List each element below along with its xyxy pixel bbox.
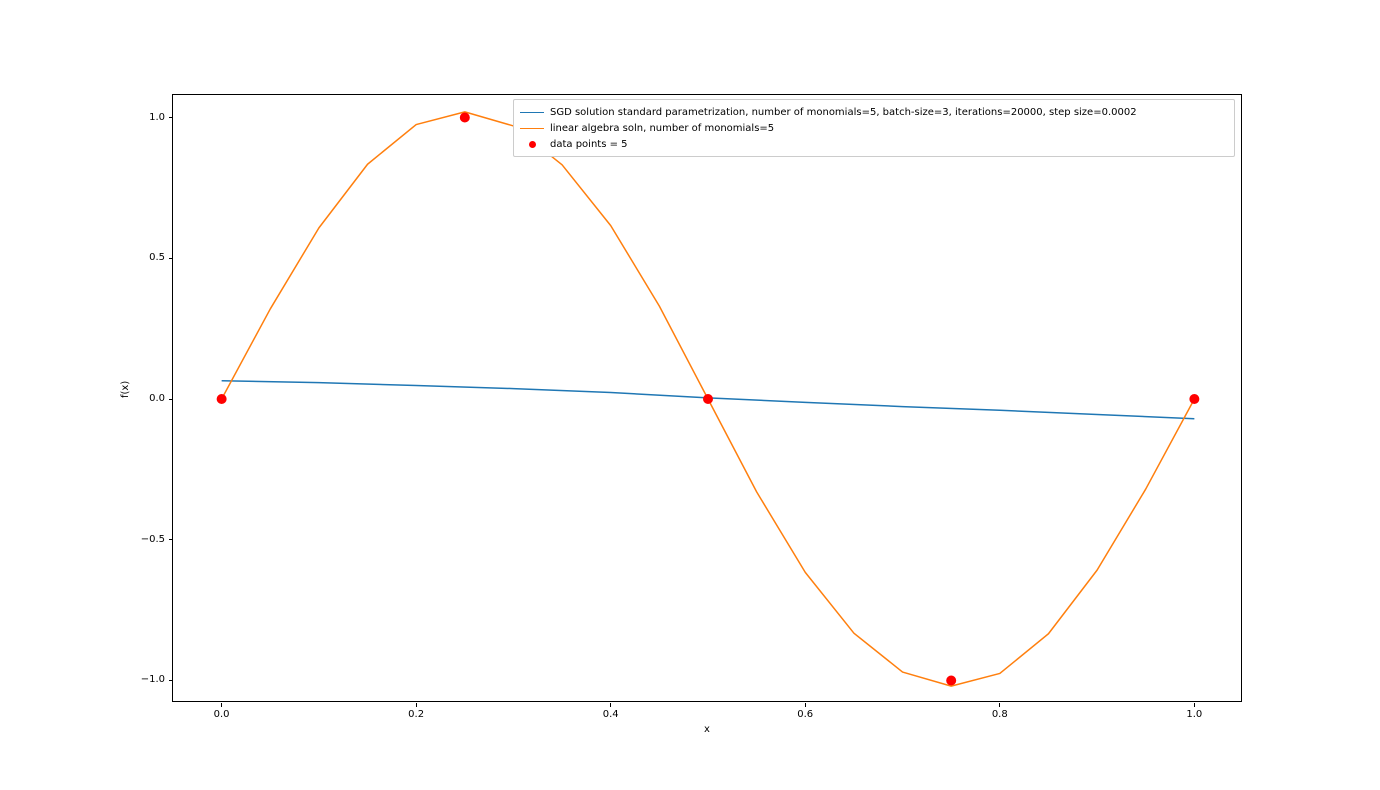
y-tick-label: −0.5 — [137, 534, 165, 545]
legend-swatch-line — [520, 112, 544, 113]
legend-swatch-dot — [520, 141, 544, 148]
y-tick — [169, 539, 173, 540]
legend-label: data points = 5 — [550, 139, 628, 150]
x-axis-label: x — [704, 724, 710, 735]
x-tick — [805, 703, 806, 707]
data-point — [946, 675, 956, 685]
x-tick-label: 0.2 — [408, 709, 424, 720]
x-tick — [610, 703, 611, 707]
data-point — [1189, 394, 1199, 404]
legend-entry: SGD solution standard parametrization, n… — [520, 104, 1228, 120]
x-tick-label: 0.8 — [992, 709, 1008, 720]
y-tick — [169, 258, 173, 259]
y-tick — [169, 680, 173, 681]
legend-label: SGD solution standard parametrization, n… — [550, 107, 1137, 118]
legend-label: linear algebra soln, number of monomials… — [550, 123, 774, 134]
x-tick-label: 0.0 — [214, 709, 230, 720]
x-tick — [1194, 703, 1195, 707]
plot-axes: SGD solution standard parametrization, n… — [172, 94, 1242, 702]
figure: SGD solution standard parametrization, n… — [0, 0, 1380, 790]
x-tick — [999, 703, 1000, 707]
x-tick — [416, 703, 417, 707]
y-tick — [169, 399, 173, 400]
legend-entry: linear algebra soln, number of monomials… — [520, 120, 1228, 136]
y-tick-label: 1.0 — [137, 112, 165, 123]
y-axis-label: f(x) — [120, 381, 131, 398]
data-point — [460, 113, 470, 123]
legend-line-icon — [520, 128, 544, 129]
x-tick — [221, 703, 222, 707]
legend: SGD solution standard parametrization, n… — [513, 99, 1235, 157]
data-point — [217, 394, 227, 404]
legend-swatch-line — [520, 128, 544, 129]
plot-canvas — [173, 95, 1243, 703]
legend-dot-icon — [529, 141, 536, 148]
y-tick — [169, 117, 173, 118]
y-tick-label: −1.0 — [137, 674, 165, 685]
x-tick-label: 0.4 — [603, 709, 619, 720]
data-point — [703, 394, 713, 404]
legend-line-icon — [520, 112, 544, 113]
x-tick-label: 1.0 — [1186, 709, 1202, 720]
legend-entry: data points = 5 — [520, 136, 1228, 152]
y-tick-label: 0.0 — [137, 393, 165, 404]
x-tick-label: 0.6 — [797, 709, 813, 720]
y-tick-label: 0.5 — [137, 252, 165, 263]
